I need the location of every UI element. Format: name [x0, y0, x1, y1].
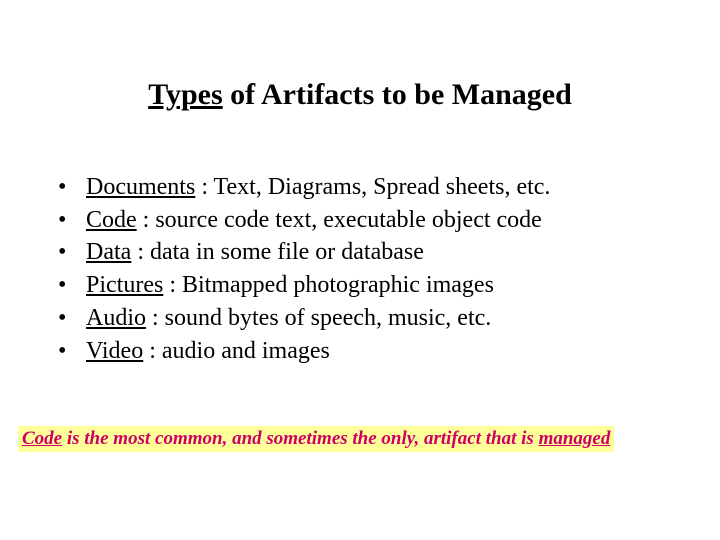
footnote-mid: is the most common, and sometimes the on… — [62, 428, 538, 449]
list-item: Data : data in some file or database — [58, 237, 680, 270]
footnote-underlined-2: managed — [539, 428, 611, 449]
footnote-underlined-1: Code — [22, 428, 62, 449]
list-item: Audio : sound bytes of speech, music, et… — [58, 303, 680, 336]
bullet-term: Data — [86, 239, 131, 265]
title-underlined: Types — [148, 78, 222, 111]
bullet-list: Documents : Text, Diagrams, Spread sheet… — [0, 172, 720, 368]
bullet-term: Video — [86, 338, 143, 364]
footnote-container: Code is the most common, and sometimes t… — [0, 426, 720, 452]
bullet-rest: : data in some file or database — [131, 239, 424, 265]
bullet-term: Documents — [86, 174, 195, 200]
list-item: Video : audio and images — [58, 336, 680, 369]
title-rest: of Artifacts to be Managed — [223, 78, 572, 111]
slide: Types of Artifacts to be Managed Documen… — [0, 0, 720, 540]
bullet-rest: : Bitmapped photographic images — [163, 272, 494, 298]
list-item: Pictures : Bitmapped photographic images — [58, 270, 680, 303]
bullet-term: Code — [86, 207, 137, 233]
footnote: Code is the most common, and sometimes t… — [18, 426, 614, 452]
bullet-rest: : audio and images — [143, 338, 330, 364]
list-item: Documents : Text, Diagrams, Spread sheet… — [58, 172, 680, 205]
bullet-rest: : source code text, executable object co… — [137, 207, 542, 233]
list-item: Code : source code text, executable obje… — [58, 205, 680, 238]
bullet-rest: : sound bytes of speech, music, etc. — [146, 305, 491, 331]
bullet-term: Audio — [86, 305, 146, 331]
slide-title: Types of Artifacts to be Managed — [0, 78, 720, 112]
bullet-rest: : Text, Diagrams, Spread sheets, etc. — [195, 174, 550, 200]
bullet-term: Pictures — [86, 272, 163, 298]
